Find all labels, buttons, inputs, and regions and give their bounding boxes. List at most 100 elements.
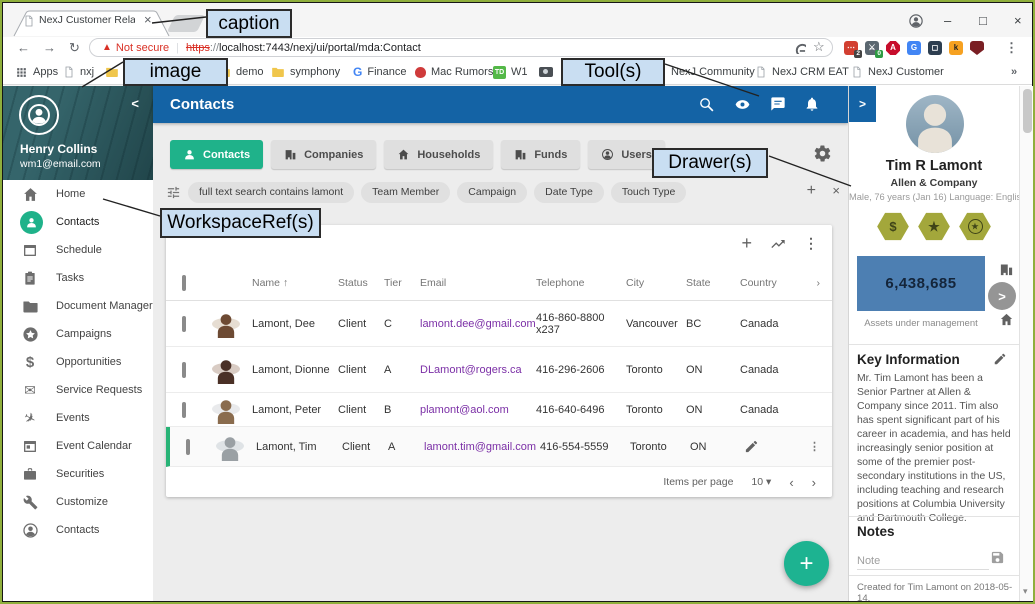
column-telephone[interactable]: Telephone [536, 277, 626, 289]
bookmark-folder-1[interactable] [105, 64, 119, 80]
scrollbar-thumb[interactable] [1023, 89, 1032, 133]
badge-dollar-icon[interactable]: $ [877, 212, 910, 241]
bookmark-star-icon[interactable]: ☆ [813, 39, 825, 55]
table-row[interactable]: Lamont, Dionne Client A DLamont@rogers.c… [166, 347, 832, 393]
row-checkbox[interactable] [182, 316, 186, 332]
bookmark-td-w1[interactable]: TDW1 [493, 64, 528, 80]
window-minimize-button[interactable]: – [944, 13, 951, 28]
browser-menu-icon[interactable]: ⋮ [1005, 40, 1018, 56]
bookmark-nexj-community[interactable]: NexJ Community [671, 64, 755, 80]
carousel-next-icon[interactable]: > [988, 282, 1016, 310]
sidebar-item-campaigns[interactable]: Campaigns [3, 320, 153, 348]
column-status[interactable]: Status [338, 277, 384, 289]
table-more-icon[interactable]: ⋮ [804, 235, 818, 252]
bookmark-demo[interactable]: demo [236, 64, 264, 80]
note-input[interactable] [857, 552, 989, 570]
clear-filters-icon[interactable]: × [832, 183, 840, 198]
browser-profile-icon[interactable] [908, 13, 924, 29]
extension-kayak-icon[interactable]: k [949, 41, 963, 55]
bookmark-mac-rumors[interactable]: Mac Rumors [415, 64, 493, 80]
refresh-icon[interactable]: ↻ [69, 40, 80, 56]
sidebar-item-events[interactable]: ✈Events [3, 404, 153, 432]
forward-icon[interactable]: → [43, 40, 56, 55]
tab-close-icon[interactable]: × [144, 12, 152, 27]
extension-adblock-icon[interactable]: A [886, 41, 900, 55]
row-more-icon[interactable]: ⋮ [804, 440, 832, 453]
columns-scroll-right-icon[interactable]: › [800, 277, 832, 289]
column-name[interactable]: Name ↑ [252, 277, 338, 289]
bookmark-finance[interactable]: GFinance [353, 64, 406, 80]
filter-chip-touch-type[interactable]: Touch Type [611, 182, 687, 203]
table-row[interactable]: Lamont, Peter Client B plamont@aol.com 4… [166, 393, 832, 427]
badge-star-icon[interactable]: ★ [918, 212, 951, 241]
add-contact-icon[interactable]: + [741, 233, 752, 254]
bookmarks-overflow-icon[interactable]: » [1011, 64, 1017, 80]
sidebar-item-event-calendar[interactable]: Event Calendar [3, 432, 153, 460]
column-state[interactable]: State [686, 277, 740, 289]
prev-page-icon[interactable]: ‹ [789, 475, 793, 490]
save-note-icon[interactable] [990, 550, 1005, 565]
notifications-bell-icon[interactable] [804, 96, 820, 112]
extension-shield-icon[interactable] [970, 41, 984, 55]
zoom-out-icon[interactable] [793, 41, 806, 54]
filter-chip-fulltext[interactable]: full text search contains lamont [188, 182, 354, 203]
back-icon[interactable]: ← [17, 40, 30, 55]
settings-gear-icon[interactable] [813, 144, 832, 163]
tab-contacts[interactable]: Contacts [170, 140, 263, 169]
household-home-icon[interactable] [999, 312, 1014, 327]
url-bar[interactable]: ▲ Not secure | https :// localhost :7443… [89, 38, 833, 57]
badge-circled-star-icon[interactable]: ★ [959, 212, 992, 241]
sidebar-item-service-requests[interactable]: ✉Service Requests [3, 376, 153, 404]
drawer-expand-icon[interactable]: > [849, 86, 876, 122]
filter-chip-campaign[interactable]: Campaign [457, 182, 527, 203]
tab-households[interactable]: Households [384, 140, 493, 169]
visibility-eye-icon[interactable] [733, 97, 752, 112]
items-per-page-select[interactable]: 10 ▾ [751, 476, 771, 488]
window-maximize-button[interactable]: □ [979, 13, 987, 28]
company-building-icon[interactable] [999, 262, 1014, 277]
table-row[interactable]: Lamont, Dee Client C lamont.dee@gmail.co… [166, 302, 832, 347]
assets-card[interactable]: 6,438,685 [857, 256, 985, 311]
filter-icon[interactable] [166, 185, 181, 200]
sidebar-item-contacts-2[interactable]: Contacts [3, 516, 153, 544]
bookmark-nexj-crm-eat[interactable]: NexJ CRM EAT [755, 64, 849, 80]
add-record-fab[interactable]: + [784, 541, 829, 586]
bookmark-nxj[interactable]: nxj [63, 64, 94, 80]
table-row-selected[interactable]: Lamont, Tim Client A lamont.tim@gmail.co… [166, 427, 832, 467]
extension-translate-icon[interactable]: G [907, 41, 921, 55]
edit-pencil-icon[interactable] [744, 439, 759, 454]
add-filter-icon[interactable]: + [807, 182, 816, 200]
column-tier[interactable]: Tier [384, 277, 420, 289]
sidebar-item-contacts[interactable]: Contacts [3, 208, 153, 236]
column-email[interactable]: Email [420, 277, 536, 289]
row-checkbox[interactable] [186, 439, 190, 455]
row-checkbox[interactable] [182, 402, 186, 418]
search-icon[interactable] [698, 96, 715, 113]
tab-companies[interactable]: Companies [271, 140, 376, 169]
row-checkbox[interactable] [182, 362, 186, 378]
bookmark-folder-3[interactable]: symphony [271, 64, 340, 80]
bookmark-camera[interactable] [539, 64, 553, 80]
extension-icon-2[interactable]: ⚔0 [865, 41, 879, 55]
edit-key-info-icon[interactable] [993, 352, 1007, 366]
filter-chip-date-type[interactable]: Date Type [534, 182, 604, 203]
filter-chip-team-member[interactable]: Team Member [361, 182, 450, 203]
sidebar-item-document-manager[interactable]: Document Manager [3, 292, 153, 320]
new-tab-button[interactable] [167, 15, 205, 32]
sidebar-item-opportunities[interactable]: $Opportunities [3, 348, 153, 376]
window-close-button[interactable]: × [1014, 13, 1022, 28]
sidebar-item-securities[interactable]: Securities [3, 460, 153, 488]
sidebar-item-home[interactable]: Home [3, 180, 153, 208]
select-all-checkbox[interactable] [182, 275, 186, 291]
chat-icon[interactable] [770, 96, 786, 112]
column-country[interactable]: Country [740, 277, 800, 289]
sidebar-item-customize[interactable]: Customize [3, 488, 153, 516]
extension-icon-5[interactable]: ◻ [928, 41, 942, 55]
next-page-icon[interactable]: › [812, 475, 816, 490]
drawer-scrollbar[interactable]: ▾ [1019, 86, 1035, 601]
trending-chart-icon[interactable] [770, 236, 786, 252]
sidebar-item-tasks[interactable]: Tasks [3, 264, 153, 292]
sidebar-item-schedule[interactable]: Schedule [3, 236, 153, 264]
sidebar-collapse-icon[interactable]: < [131, 96, 139, 111]
extension-icon-1[interactable]: ⋯2 [844, 41, 858, 55]
